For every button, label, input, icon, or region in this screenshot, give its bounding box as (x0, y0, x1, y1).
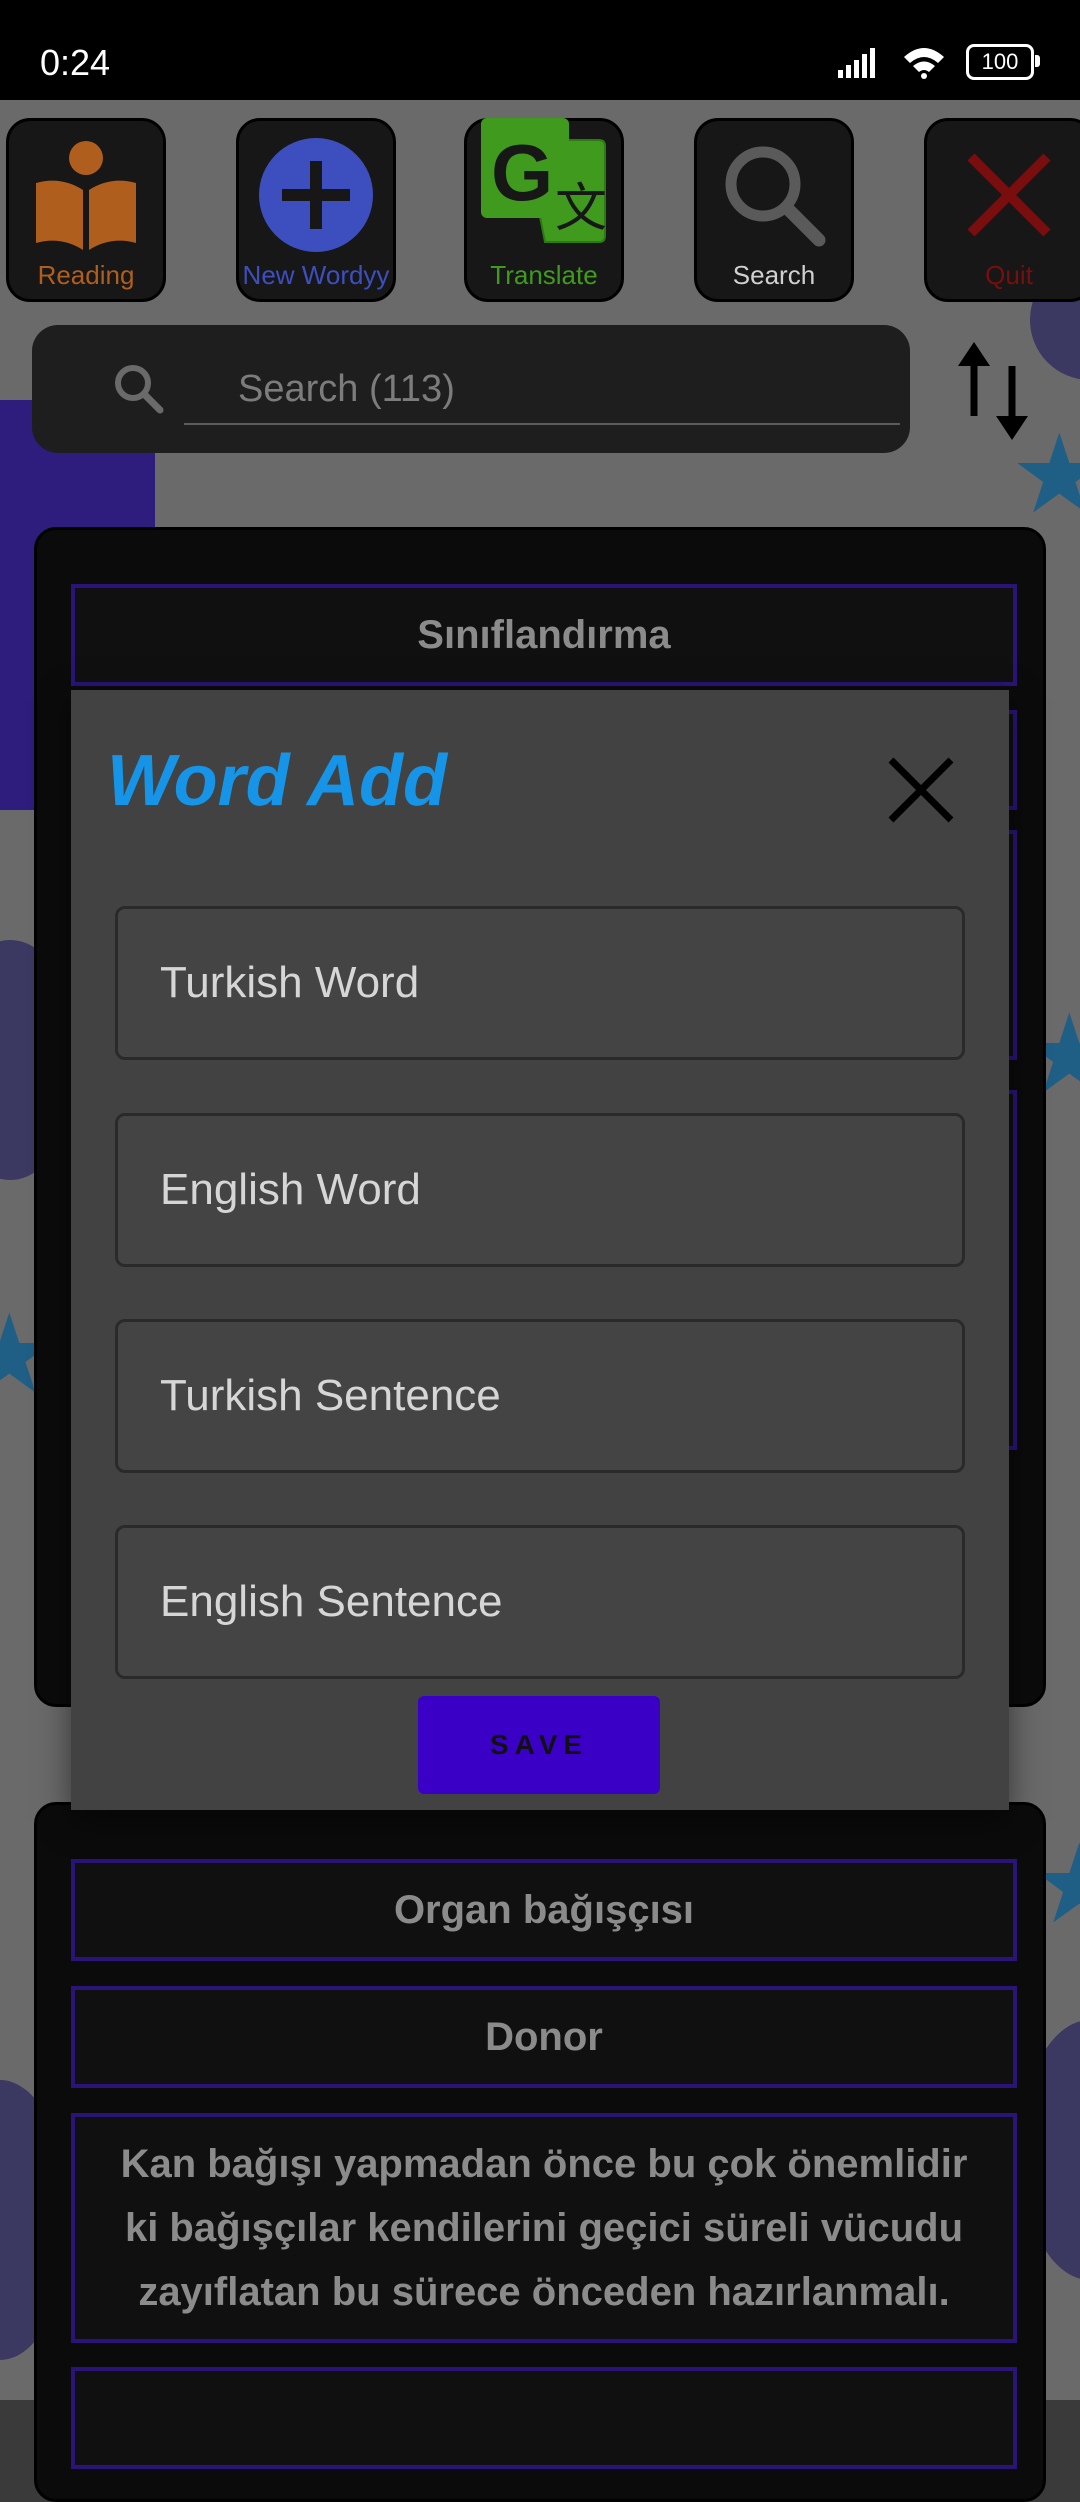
turkish-word: Organ bağışçısı (71, 1859, 1017, 1961)
plus-icon (239, 135, 393, 255)
status-icons: 100 (838, 44, 1040, 80)
search-input[interactable] (184, 355, 900, 425)
sort-button[interactable] (954, 336, 1034, 446)
turkish-sentence-field (115, 1319, 965, 1473)
svg-text:文: 文 (555, 180, 607, 238)
turkish-word-input[interactable] (118, 909, 962, 1057)
search-magnifier-icon (697, 135, 851, 255)
status-bar: 0:24 100 (0, 0, 1080, 100)
google-translate-icon: G 文 (467, 118, 621, 243)
reading-label: Reading (37, 260, 135, 290)
word-card[interactable]: Organ bağışçısı Donor Kan bağışı yapmada… (34, 1802, 1046, 2502)
save-button[interactable]: SAVE (418, 1696, 660, 1794)
sort-arrows-icon (958, 342, 1028, 440)
signal-icon (838, 48, 875, 78)
english-word-field (115, 1113, 965, 1267)
toolbar: Reading New Wordyy G 文 Translate Search … (0, 108, 1080, 308)
battery-icon: 100 (966, 44, 1040, 80)
status-time: 0:24 (40, 42, 111, 83)
english-sentence-input[interactable] (118, 1528, 962, 1676)
dialog-title: Word Add (107, 741, 447, 821)
close-button[interactable] (881, 750, 961, 830)
example-sentence: Kan bağışı yapmadan önce bu çok önemlidi… (71, 2113, 1017, 2343)
quit-button[interactable]: Quit (924, 118, 1080, 302)
reading-button[interactable]: Reading (6, 118, 166, 302)
new-wordy-button[interactable]: New Wordyy (236, 118, 396, 302)
search-button[interactable]: Search (694, 118, 854, 302)
new-wordy-label: New Wordyy (242, 260, 390, 290)
turkish-sentence-input[interactable] (118, 1322, 962, 1470)
search-label: Search (732, 260, 816, 290)
translate-label: Translate (490, 260, 598, 290)
svg-text:G: G (491, 128, 553, 217)
quit-label: Quit (985, 260, 1033, 290)
word-add-dialog: Word Add SAVE (71, 690, 1009, 1810)
translate-button[interactable]: G 文 Translate (464, 118, 624, 302)
card-heading: Sınıflandırma (71, 584, 1017, 686)
english-word-input[interactable] (118, 1116, 962, 1264)
reading-book-icon (9, 135, 163, 255)
turkish-word-field (115, 906, 965, 1060)
english-sentence-field (115, 1525, 965, 1679)
search-icon (115, 365, 164, 414)
english-word: Donor (71, 1986, 1017, 2088)
close-icon (888, 757, 954, 823)
word-row (71, 2367, 1017, 2469)
wifi-icon (904, 48, 944, 79)
quit-x-icon (927, 135, 1080, 255)
